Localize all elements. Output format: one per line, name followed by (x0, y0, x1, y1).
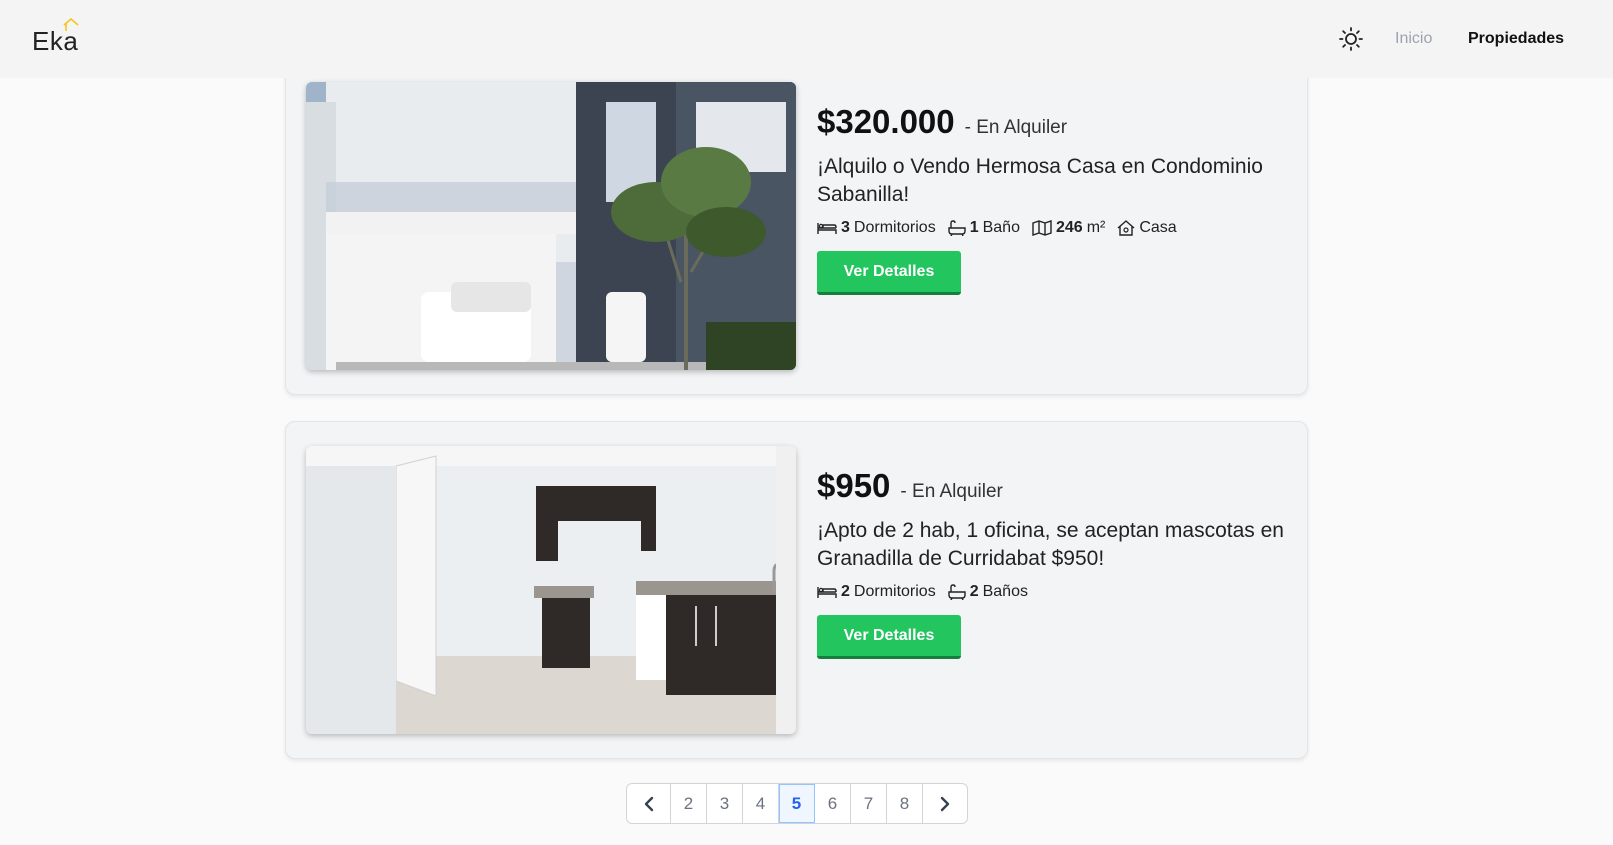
bed-icon (817, 584, 837, 600)
logo-house-icon (62, 17, 80, 37)
bedrooms-count: 2 (841, 583, 850, 600)
chevron-left-icon[interactable] (627, 784, 671, 823)
page-link[interactable]: 7 (851, 784, 887, 823)
bathrooms-count: 2 (969, 583, 979, 600)
bathrooms-label: Baños (982, 583, 1028, 600)
ver-detalles-button[interactable]: Ver Detalles (817, 615, 961, 659)
page-link[interactable]: 4 (743, 784, 779, 823)
property-features: 3 Dormitorios 1 Baño 246 m² Casa (817, 219, 1287, 237)
nav-inicio-link[interactable]: Inicio (1395, 30, 1432, 48)
site-header: Eka Inicio Propiedades (0, 0, 1613, 78)
page-link[interactable]: 2 (671, 784, 707, 823)
page-link-current[interactable]: 5 (779, 784, 815, 823)
bathrooms-feature: 2 Baños (948, 583, 1028, 601)
property-info: $320.000 - En Alquiler ¡Alquilo o Vendo … (817, 103, 1287, 295)
pagination: 2 3 4 5 6 7 8 (626, 783, 968, 824)
bedrooms-count: 3 (841, 219, 850, 236)
page-link[interactable]: 8 (887, 784, 923, 823)
property-type: Casa (1139, 219, 1177, 236)
page-link[interactable]: 6 (815, 784, 851, 823)
property-image[interactable] (306, 446, 796, 734)
bathrooms-label: Baño (982, 219, 1020, 236)
map-icon (1032, 220, 1052, 236)
bedrooms-label: Dormitorios (853, 583, 936, 600)
bathrooms-count: 1 (969, 219, 979, 236)
bedrooms-label: Dormitorios (853, 219, 936, 236)
property-price: $320.000 (817, 103, 955, 140)
area-value: 246 (1055, 219, 1083, 236)
bedrooms-feature: 3 Dormitorios (817, 219, 936, 237)
property-status: - En Alquiler (900, 481, 1003, 502)
bed-icon (817, 220, 837, 236)
bedrooms-feature: 2 Dormitorios (817, 583, 936, 601)
ver-detalles-button[interactable]: Ver Detalles (817, 251, 961, 295)
property-title: ¡Apto de 2 hab, 1 oficina, se aceptan ma… (817, 519, 1284, 570)
bath-icon (948, 584, 966, 600)
page-link[interactable]: 3 (707, 784, 743, 823)
property-price: $950 (817, 467, 891, 504)
property-card: $950 - En Alquiler ¡Apto de 2 hab, 1 ofi… (285, 421, 1308, 759)
bathrooms-feature: 1 Baño (948, 219, 1020, 237)
nav-propiedades-link[interactable]: Propiedades (1468, 30, 1564, 48)
property-info: $950 - En Alquiler ¡Apto de 2 hab, 1 ofi… (817, 467, 1287, 659)
property-title: ¡Alquilo o Vendo Hermosa Casa en Condomi… (817, 155, 1263, 206)
house-icon (1117, 220, 1135, 236)
sun-icon[interactable] (1338, 26, 1364, 52)
property-card: $320.000 - En Alquiler ¡Alquilo o Vendo … (285, 57, 1308, 395)
chevron-right-icon[interactable] (923, 784, 967, 823)
area-unit: m² (1086, 219, 1106, 236)
property-features: 2 Dormitorios 2 Baños (817, 583, 1287, 601)
type-feature: Casa (1117, 219, 1177, 237)
area-feature: 246 m² (1032, 219, 1105, 237)
bath-icon (948, 220, 966, 236)
property-status: - En Alquiler (964, 117, 1068, 138)
property-image[interactable] (306, 82, 796, 370)
